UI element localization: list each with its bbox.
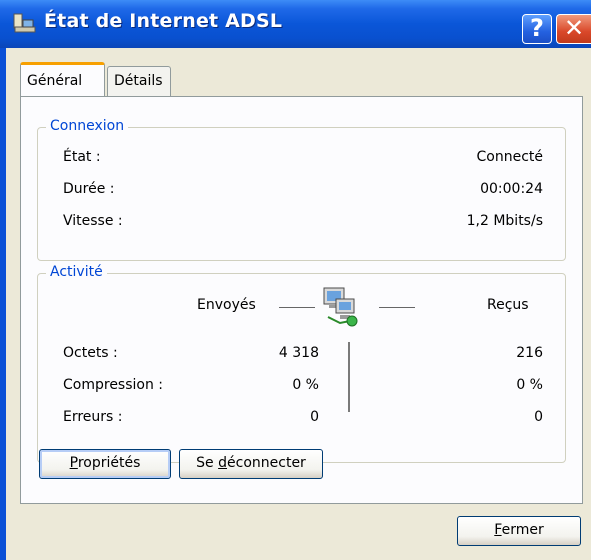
bytes-received-value: 216	[516, 345, 543, 361]
compression-label: Compression :	[63, 377, 164, 393]
duration-value: 00:00:24	[480, 181, 543, 197]
duration-label: Durée :	[63, 181, 115, 197]
properties-button[interactable]: Propriétés	[39, 449, 171, 479]
close-label-rest: ermer	[501, 522, 544, 538]
disconnect-label-prefix: Se	[196, 455, 219, 471]
errors-label: Erreurs :	[63, 409, 123, 425]
sent-separator-line	[279, 307, 315, 308]
disconnect-button[interactable]: Se déconnecter	[179, 449, 323, 479]
connection-legend: Connexion	[46, 118, 129, 134]
properties-mnemonic: P	[69, 455, 78, 471]
speed-label: Vitesse :	[63, 213, 123, 229]
state-value: Connecté	[476, 149, 544, 165]
help-button[interactable]: ?	[522, 14, 552, 44]
compression-sent-value: 0 %	[292, 377, 319, 393]
compression-received-value: 0 %	[516, 377, 543, 393]
errors-sent-value: 0	[310, 409, 319, 425]
activity-legend: Activité	[46, 264, 107, 280]
received-separator-line	[379, 307, 415, 308]
bytes-sent-value: 4 318	[278, 345, 319, 361]
disconnect-label-rest: éconnecter	[227, 455, 306, 471]
close-button[interactable]: Fermer	[457, 516, 581, 546]
close-window-button[interactable]: ✕	[556, 14, 591, 44]
close-mnemonic: F	[494, 522, 502, 538]
network-activity-icon	[323, 287, 358, 327]
speed-value: 1,2 Mbits/s	[466, 213, 543, 229]
properties-label-rest: ropriétés	[77, 455, 141, 471]
bytes-label: Octets :	[63, 345, 118, 361]
title-bar[interactable]: État de Internet ADSL ? ✕	[0, 0, 591, 48]
sent-heading: Envoyés	[197, 297, 256, 313]
state-label: État :	[63, 149, 101, 165]
tab-general[interactable]: Général	[20, 62, 105, 96]
received-heading: Reçus	[487, 297, 529, 313]
disconnect-mnemonic: d	[218, 455, 228, 471]
tab-details[interactable]: Détails	[107, 66, 171, 96]
dialog-window: État de Internet ADSL ? ✕ Général Détail…	[0, 0, 591, 560]
network-connection-icon	[13, 13, 36, 33]
tab-panel: Connexion État : Connecté Durée : 00:00:…	[20, 96, 583, 504]
dialog-client-area: Général Détails Connexion État : Connect…	[6, 48, 591, 560]
activity-divider	[348, 342, 350, 412]
errors-received-value: 0	[534, 409, 543, 425]
window-title: État de Internet ADSL	[44, 10, 283, 32]
